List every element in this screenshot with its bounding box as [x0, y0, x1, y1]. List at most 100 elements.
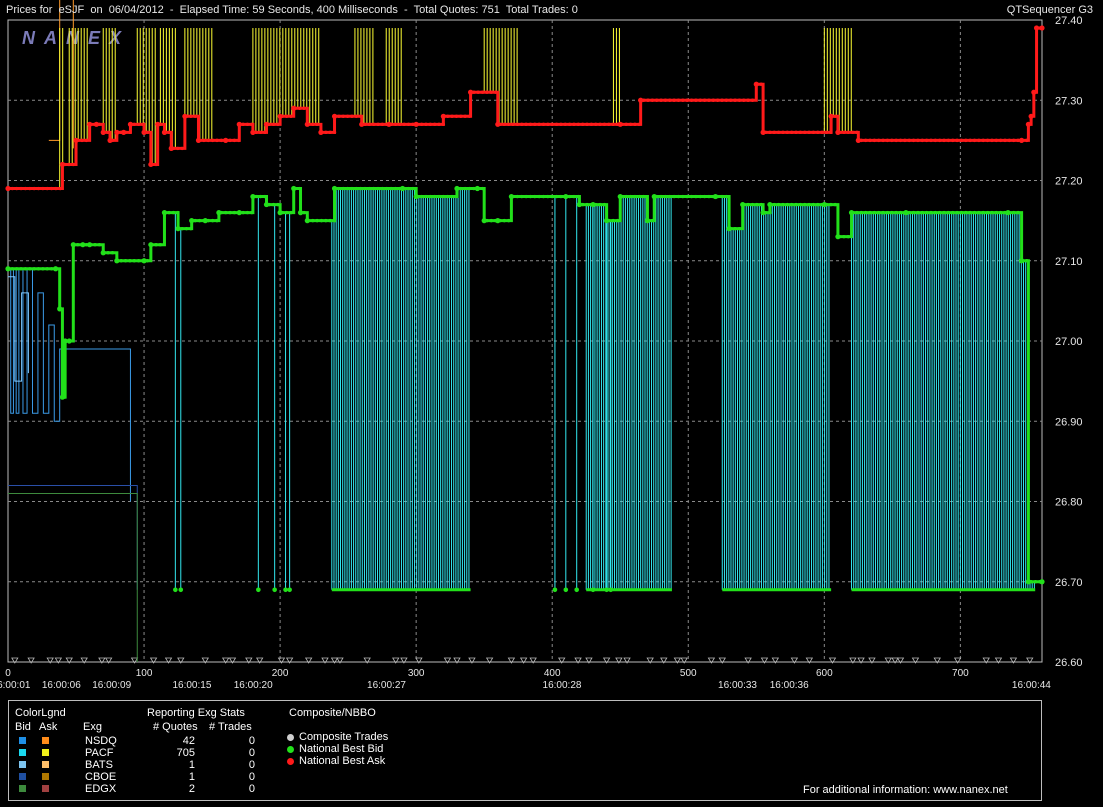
ask-point: [402, 122, 406, 127]
bid-point: [633, 194, 637, 199]
bid-point: [54, 267, 58, 271]
time-label: 16:00:20: [234, 680, 273, 691]
ask-point: [128, 130, 132, 135]
ask-point: [959, 138, 964, 143]
bid-point: [615, 218, 620, 223]
ask-point: [985, 138, 990, 143]
ask-point: [297, 106, 302, 110]
bid-point: [550, 194, 554, 199]
quotes-count: 2: [188, 783, 195, 795]
y-tick-label: 26.80: [1055, 497, 1083, 509]
bid-swatch: [19, 773, 26, 780]
bid-point: [454, 185, 460, 192]
ask-point: [1012, 138, 1016, 143]
bid-point: [977, 210, 981, 215]
ask-point: [49, 186, 54, 191]
bid-point: [942, 210, 946, 215]
ask-point: [324, 130, 328, 135]
bid-point: [15, 267, 19, 271]
bid-point: [293, 186, 298, 191]
trades-count: 0: [248, 747, 255, 759]
bid-point: [637, 194, 641, 199]
watermark: NANEX: [22, 28, 130, 48]
ask-point: [524, 122, 528, 127]
bid-swatch: [19, 737, 26, 744]
ask-point: [615, 122, 620, 127]
ask-point: [607, 122, 611, 127]
bid-point: [463, 186, 467, 191]
ask-point: [141, 122, 145, 127]
bid-point: [254, 194, 258, 199]
ask-point: [924, 138, 929, 143]
ask-point: [75, 138, 80, 143]
ask-point: [115, 130, 119, 135]
bid-point: [602, 202, 607, 207]
ask-point: [720, 98, 724, 102]
y-tick-label: 27.30: [1055, 95, 1083, 107]
bid-point: [389, 186, 393, 191]
reporting-title: Reporting Exg Stats: [147, 707, 245, 719]
bid-point: [123, 259, 128, 263]
bid-point: [920, 210, 924, 215]
bid-point: [924, 210, 929, 215]
ask-point: [894, 138, 898, 143]
bid-point: [855, 210, 859, 215]
ask-point: [376, 122, 380, 127]
bid-point: [454, 194, 459, 199]
quotes-count: 1: [188, 771, 195, 783]
bid-point: [580, 202, 585, 207]
bid-point: [755, 202, 759, 207]
time-label: 16:00:01: [0, 680, 31, 691]
bid-point: [929, 210, 933, 215]
ask-point: [480, 90, 485, 94]
bid-point: [694, 194, 698, 199]
bid-point: [768, 210, 772, 215]
ask-point: [877, 138, 881, 143]
ask-point: [933, 138, 938, 143]
bid-point: [141, 259, 145, 263]
ask-point: [855, 130, 859, 135]
ask-point: [372, 122, 376, 127]
y-tick-label: 27.00: [1055, 336, 1083, 348]
bid-point: [646, 218, 650, 223]
bid-point: [328, 218, 332, 223]
bid-point: [446, 194, 450, 199]
ask-point: [245, 122, 250, 127]
bid-point: [872, 210, 877, 215]
bid-point: [480, 186, 485, 191]
bid-point: [23, 267, 28, 271]
bid-point: [776, 202, 781, 207]
bid-point: [10, 267, 15, 271]
bid-point: [567, 194, 572, 199]
ask-point: [981, 138, 985, 143]
ask-point: [1025, 121, 1031, 127]
ask-point: [916, 138, 920, 143]
bid-point: [402, 186, 406, 191]
bid-point: [607, 218, 611, 223]
bid-point: [206, 218, 210, 223]
bid-point: [163, 210, 167, 215]
bid-low-point: [590, 587, 596, 593]
ask-point: [180, 146, 184, 151]
ask-point: [93, 122, 97, 127]
bid-point: [385, 186, 389, 191]
bid-point: [376, 186, 380, 191]
bid-point: [337, 186, 341, 191]
ask-point: [554, 122, 559, 127]
bid-point: [750, 202, 755, 207]
ask-point: [19, 186, 23, 191]
bid-point: [981, 210, 985, 215]
ask-point: [828, 113, 834, 119]
ask-point: [250, 122, 254, 127]
ask-point: [189, 114, 193, 119]
ask-point: [955, 138, 959, 143]
y-tick-label: 27.40: [1055, 15, 1083, 27]
bid-point: [763, 210, 768, 215]
bid-point: [180, 226, 184, 231]
ask-point: [306, 122, 311, 127]
ask-point: [358, 114, 363, 119]
bid-point: [846, 234, 850, 239]
ask-point: [951, 138, 955, 143]
ask-point: [1029, 114, 1033, 119]
ask-point: [859, 138, 864, 143]
